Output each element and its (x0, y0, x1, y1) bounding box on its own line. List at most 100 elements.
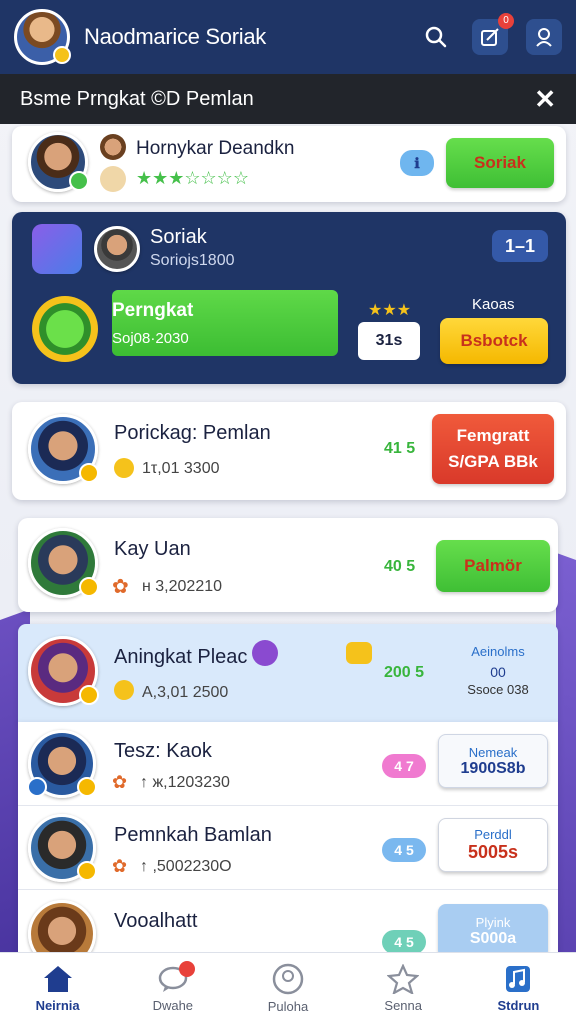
maple-leaf-icon: ✿ (112, 576, 129, 598)
nav-item-music[interactable]: Stdrun (461, 953, 576, 1024)
list-item[interactable]: Kay Uan ✿ н 3,202210 40 5 Palmör (18, 518, 558, 612)
coin-badge-icon (53, 46, 71, 64)
stat-button[interactable]: Plyink S000a (438, 904, 548, 952)
value-box: 31s (358, 322, 420, 360)
player-name: Hornykar Deandkn (136, 138, 295, 159)
list-item[interactable]: Hornykar Deandkn ★★★☆☆☆☆ ℹ Soriak (12, 126, 566, 202)
action-label-1: Femgratt (456, 426, 530, 445)
nav-item-profile[interactable]: Puloha (230, 953, 345, 1024)
action-button[interactable]: Bsbotck (440, 318, 548, 364)
list-item-highlighted[interactable]: Aningkat Pleac А,3,01 2500 200 5 Aeinolm… (18, 624, 558, 722)
app-header: Naodmarice Soriak 0 (0, 0, 576, 74)
avatar (28, 132, 89, 192)
coin-badge-icon (77, 861, 97, 881)
stat-label: Plyink (475, 914, 511, 930)
coin-badge-icon (77, 777, 97, 797)
nav-item-home[interactable]: Neirnia (0, 953, 115, 1024)
player-name: Porickag: Pemlan (114, 422, 271, 444)
score-delta: 41 5 (384, 440, 416, 457)
action-button[interactable]: Palmör (436, 540, 550, 592)
featured-sub: Soriojs1800 (150, 252, 235, 269)
info-pill[interactable]: ℹ (400, 150, 434, 176)
edit-icon (481, 28, 499, 46)
notifications-button[interactable]: 0 (472, 13, 514, 55)
small-avatar (100, 134, 126, 160)
list-group: Tesz: Kaok ✿ ↑ ж,1203230 4 7 Nemeak 1900… (18, 722, 558, 952)
maple-leaf-icon: ✿ (112, 772, 128, 792)
nav-label: Senna (384, 998, 422, 1013)
music-icon (506, 966, 531, 992)
avatar (27, 730, 97, 798)
coin-icon (114, 458, 134, 478)
star-rating: ★★★☆☆☆☆ (136, 168, 249, 188)
nav-item-chat[interactable]: Dwahe (115, 953, 230, 1024)
counter-badge: 1–1 (492, 230, 548, 262)
player-score: ↑ ,5002230O (140, 858, 232, 875)
profile-circle-icon (272, 963, 304, 995)
featured-card[interactable]: Soriak Soriojs1800 1–1 Perngkat Soj08·20… (12, 212, 566, 384)
player-name: Kay Uan (114, 538, 191, 560)
progress-sub: Soj08·2030 (112, 330, 189, 347)
leaf-emblem-icon (32, 296, 98, 362)
maple-leaf-icon: ✿ (112, 856, 128, 876)
close-button[interactable]: ✕ (534, 84, 556, 115)
player-name: Vooalhatt (114, 910, 198, 932)
star-icon (387, 964, 420, 994)
list-item[interactable]: Porickag: Pemlan 1τ,01 3300 41 5 Femgrat… (12, 402, 566, 500)
rank-badge-icon (27, 777, 47, 797)
profile-button[interactable] (526, 19, 562, 55)
list-item[interactable]: Pemnkah Bamlan ✿ ↑ ,5002230O 4 5 Perddl … (18, 806, 558, 890)
avatar (28, 900, 96, 952)
nav-item-favorites[interactable]: Senna (346, 953, 461, 1024)
action-button[interactable]: Soriak (446, 138, 554, 188)
stat-button[interactable]: Nemeak 1900S8b (438, 734, 548, 788)
gold-icon (346, 642, 372, 664)
shell-icon (100, 166, 126, 192)
nav-label: Dwahe (152, 998, 194, 1013)
level-badge-icon (69, 171, 89, 191)
action-label-2: S/GPA BBk (448, 452, 538, 471)
stat-value: 1900S8b (460, 759, 526, 777)
player-score: А,3,01 2500 (142, 684, 229, 701)
sub-header: Bsme Prngkat ©D Pemlan ✕ (0, 74, 576, 124)
stat-label: Nemeak (468, 744, 518, 760)
home-icon (43, 966, 72, 992)
rank-pill: 4 7 (382, 754, 426, 778)
stat-label: Aeinolms (471, 644, 525, 659)
avatar (28, 414, 99, 484)
stat-sub: Ssoce 038 (467, 682, 529, 697)
user-avatar[interactable] (14, 9, 71, 65)
right-label: Kaoas (472, 296, 515, 313)
player-score: 1τ,01 3300 (142, 460, 220, 477)
score-delta: 40 5 (384, 558, 416, 575)
score-delta: 200 5 (384, 664, 425, 681)
list-item[interactable]: Tesz: Kaok ✿ ↑ ж,1203230 4 7 Nemeak 1900… (18, 722, 558, 806)
avatar (28, 636, 99, 706)
coin-badge-icon (79, 685, 99, 705)
notification-dot (179, 961, 196, 977)
progress-label: Perngkat (112, 300, 194, 321)
profile-icon (536, 28, 552, 47)
coin-icon (114, 680, 134, 700)
avatar (28, 528, 99, 598)
search-button[interactable] (418, 19, 454, 55)
stat-button[interactable]: Perddl 5005s (438, 818, 548, 872)
nav-label: Stdrun (497, 998, 540, 1013)
sub-header-title: Bsme Prngkat ©D Pemlan (20, 87, 254, 110)
player-name: Aningkat Pleac (114, 646, 248, 668)
nav-label: Neirnia (35, 998, 80, 1013)
search-icon (425, 26, 447, 48)
rank-pill: 4 5 (382, 838, 426, 862)
gem-icon (252, 640, 278, 666)
rank-pill: 4 5 (382, 930, 426, 952)
leaderboard-list[interactable]: Hornykar Deandkn ★★★☆☆☆☆ ℹ Soriak Soriak… (0, 124, 576, 952)
coin-badge-icon (79, 463, 99, 483)
list-item[interactable]: Vooalhatt 4 5 Plyink S000a (18, 890, 558, 952)
player-score: н 3,202210 (142, 578, 223, 595)
stat-value: 00 (490, 664, 506, 680)
player-name: Pemnkah Bamlan (114, 824, 272, 846)
stat-label: Perddl (474, 827, 512, 842)
coin-badge-icon (79, 577, 99, 597)
featured-name: Soriak (150, 226, 207, 248)
action-button[interactable]: Femgratt S/GPA BBk (432, 414, 554, 484)
